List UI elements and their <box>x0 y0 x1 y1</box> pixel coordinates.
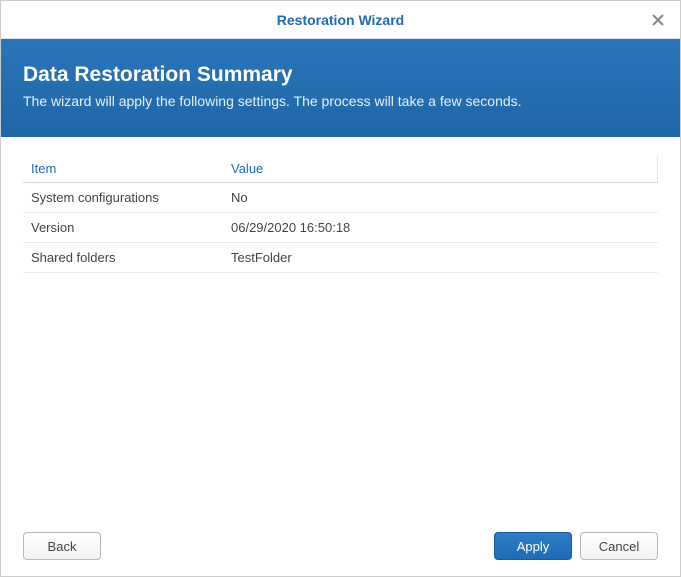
row-item: Version <box>23 213 223 243</box>
table-row: Version 06/29/2020 16:50:18 <box>23 213 658 243</box>
column-header-value: Value <box>223 155 658 183</box>
banner-title: Data Restoration Summary <box>23 63 658 87</box>
summary-table: Item Value System configurations No Vers… <box>23 155 658 273</box>
cancel-button[interactable]: Cancel <box>580 532 658 560</box>
row-value: 06/29/2020 16:50:18 <box>223 213 658 243</box>
apply-button[interactable]: Apply <box>494 532 572 560</box>
row-value: No <box>223 183 658 213</box>
row-item: Shared folders <box>23 243 223 273</box>
content-area: Item Value System configurations No Vers… <box>1 137 680 518</box>
table-row: Shared folders TestFolder <box>23 243 658 273</box>
restoration-wizard-dialog: Restoration Wizard Data Restoration Summ… <box>0 0 681 577</box>
row-value: TestFolder <box>223 243 658 273</box>
table-row: System configurations No <box>23 183 658 213</box>
column-header-item: Item <box>23 155 223 183</box>
row-item: System configurations <box>23 183 223 213</box>
footer: Back Apply Cancel <box>1 518 680 576</box>
banner-subtitle: The wizard will apply the following sett… <box>23 93 658 109</box>
table-header-row: Item Value <box>23 155 658 183</box>
banner: Data Restoration Summary The wizard will… <box>1 39 680 137</box>
close-button[interactable] <box>646 8 670 32</box>
close-icon <box>651 13 665 27</box>
titlebar: Restoration Wizard <box>1 1 680 39</box>
dialog-title: Restoration Wizard <box>277 12 404 28</box>
back-button[interactable]: Back <box>23 532 101 560</box>
